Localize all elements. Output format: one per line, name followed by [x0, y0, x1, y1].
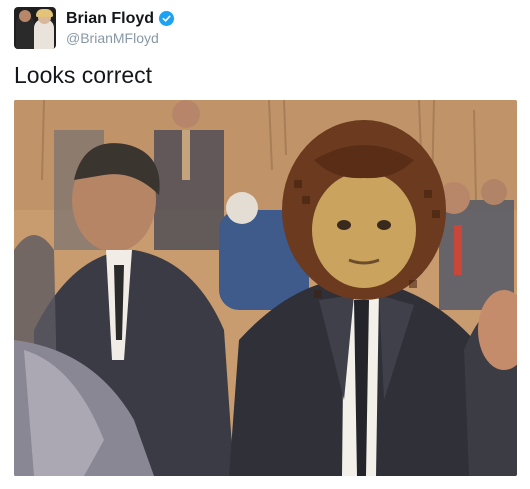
author-names: Brian Floyd @BrianMFloyd [66, 10, 175, 47]
tweet-header: Brian Floyd @BrianMFloyd [14, 7, 175, 49]
verified-badge-icon [159, 11, 175, 26]
courtroom-sketch-image [14, 100, 517, 476]
author-handle[interactable]: @BrianMFloyd [66, 29, 174, 47]
avatar[interactable] [14, 7, 56, 49]
tweet-text: Looks correct [14, 62, 153, 88]
author-display-name[interactable]: Brian Floyd [66, 10, 154, 28]
tweet-media-image[interactable] [14, 100, 517, 476]
